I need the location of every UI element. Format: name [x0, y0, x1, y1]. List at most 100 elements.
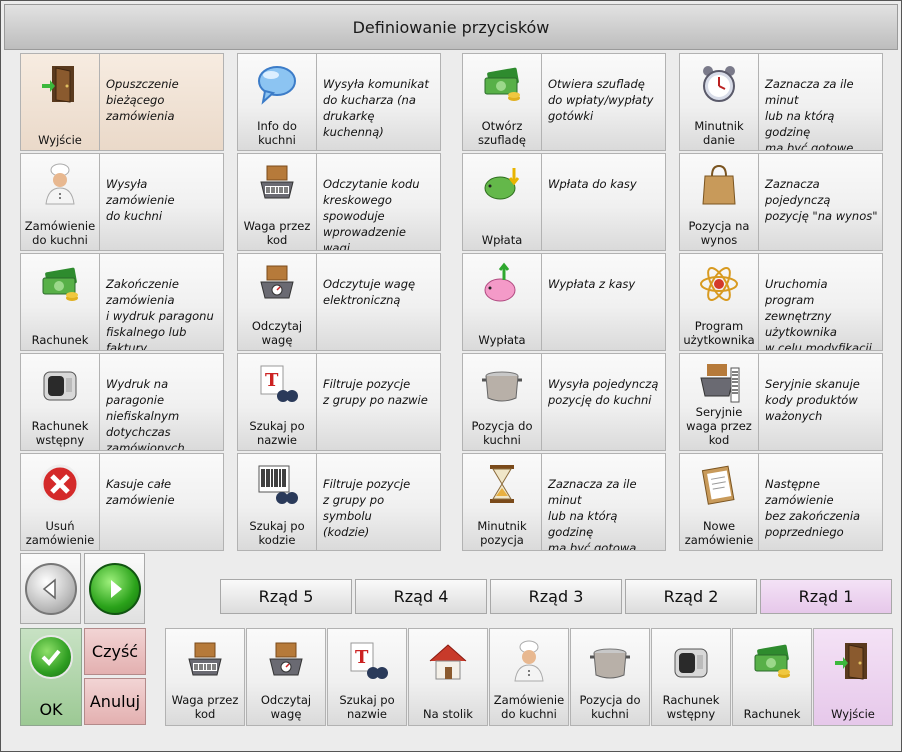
action-description: Filtruje pozycje z grupy po nazwie — [317, 353, 441, 451]
quick-bar-button-zamówienie-do-kuchni[interactable]: Zamówienie do kuchni — [489, 628, 569, 726]
action-description: Filtruje pozycje z grupy po symbolu (kod… — [317, 453, 441, 551]
action-description: Zaznacza pojedynczą pozycję "na wynos" — [759, 153, 883, 251]
action-button-wpłata[interactable]: Wpłata — [462, 153, 542, 251]
action-button-rachunek[interactable]: Rachunek — [20, 253, 100, 351]
button-definition: Minutnik danie Zaznacza za ile minut lub … — [679, 53, 883, 151]
action-description: Następne zamówienie bez zakończenia popr… — [759, 453, 883, 551]
action-button-label: Szukaj po nazwie — [249, 419, 305, 447]
action-button-label: Rachunek — [31, 333, 89, 347]
quick-bar-button-rachunek[interactable]: Rachunek — [732, 628, 812, 726]
button-definition: Pozycja na wynos Zaznacza pojedynczą pozy… — [679, 153, 883, 251]
tab-row-2[interactable]: Rząd 2 — [625, 579, 757, 614]
quick-bar-button-pozycja-do-kuchni[interactable]: Pozycja do kuchni — [570, 628, 650, 726]
hourglass-icon — [480, 462, 524, 506]
action-button-label: Minutnik pozycja — [477, 519, 527, 547]
button-definition: Wpłata Wpłata do kasy — [462, 153, 666, 251]
ok-button[interactable]: OK — [20, 628, 82, 726]
cancel-button[interactable]: Anuluj — [84, 678, 146, 725]
quick-bar-button-odczytaj-wagę[interactable]: Odczytaj wagę — [246, 628, 326, 726]
money-icon — [750, 639, 794, 683]
scale-icon — [255, 262, 299, 306]
action-description: Seryjnie skanuje kody produktów ważonych — [759, 353, 883, 451]
quick-bar-button-szukaj-po-nazwie[interactable]: T Szukaj po nazwie — [327, 628, 407, 726]
svg-text:T: T — [355, 647, 369, 668]
window: Definiowanie przycisków Wyjście Opuszczen… — [0, 0, 902, 752]
action-button-label: Pozycja na wynos — [688, 219, 750, 247]
quick-bar-button-wyjście[interactable]: Wyjście — [813, 628, 893, 726]
action-button-szukaj-po-nazwie[interactable]: T Szukaj po nazwie — [237, 353, 317, 451]
button-definition: Rachunek wstępny Wydruk na paragonie nief… — [20, 353, 224, 451]
tab-row-1[interactable]: Rząd 1 — [760, 579, 892, 614]
action-button-label: Nowe zamówienie — [684, 519, 754, 547]
action-button-rachunek-wstępny[interactable]: Rachunek wstępny — [20, 353, 100, 451]
action-description: Zaznacza za ile minut lub na którą godzi… — [542, 453, 666, 551]
button-definition: T Szukaj po nazwie Filtruje pozycje z grup… — [237, 353, 441, 451]
action-description: Odczytuje wagę elektroniczną — [317, 253, 441, 351]
quick-bar-label: Szukaj po nazwie — [339, 693, 395, 721]
button-definition: Szukaj po kodzie Filtruje pozycje z grupy… — [237, 453, 441, 551]
action-button-label: Usuń zamówienie — [25, 519, 95, 547]
action-button-usuń-zamówienie[interactable]: Usuń zamówienie — [20, 453, 100, 551]
action-button-label: Szukaj po kodzie — [249, 519, 305, 547]
action-button-seryjnie-waga-przez-kod[interactable]: Seryjnie waga przez kod — [679, 353, 759, 451]
action-button-wypłata[interactable]: Wypłata — [462, 253, 542, 351]
alarm-clock-icon — [697, 62, 741, 106]
prev-page-button[interactable] — [20, 553, 81, 624]
button-definition: Odczytaj wagę Odczytuje wagę elektroniczn… — [237, 253, 441, 351]
action-button-zamówienie-do-kuchni[interactable]: Zamówienie do kuchni — [20, 153, 100, 251]
tab-row-5[interactable]: Rząd 5 — [220, 579, 352, 614]
quick-bar-label: Wyjście — [831, 707, 875, 721]
arrow-right-icon — [88, 562, 141, 615]
clear-button[interactable]: Czyść — [84, 628, 146, 675]
speech-bubble-icon — [255, 62, 299, 106]
svg-text:T: T — [265, 370, 279, 391]
paper-bag-icon — [697, 162, 741, 206]
button-definition: Seryjnie waga przez kod Seryjnie skanuje … — [679, 353, 883, 451]
clipboard-icon — [697, 462, 741, 506]
action-button-minutnik-pozycja[interactable]: Minutnik pozycja — [462, 453, 542, 551]
action-button-odczytaj-wagę[interactable]: Odczytaj wagę — [237, 253, 317, 351]
action-button-label: Pozycja do kuchni — [471, 419, 533, 447]
button-definition: Otwórz szufladę Otwiera szufladę do wpłat… — [462, 53, 666, 151]
action-button-label: Zamówienie do kuchni — [24, 219, 96, 247]
button-definition: Rachunek Zakończenie zamówienia i wydruk … — [20, 253, 224, 351]
next-page-button[interactable] — [84, 553, 145, 624]
quick-bar-button-rachunek-wstępny[interactable]: Rachunek wstępny — [651, 628, 731, 726]
action-description: Wpłata do kasy — [542, 153, 666, 251]
action-button-pozycja-do-kuchni[interactable]: Pozycja do kuchni — [462, 353, 542, 451]
quick-bar-label: Rachunek wstępny — [662, 693, 720, 721]
action-description: Wypłata z kasy — [542, 253, 666, 351]
action-description: Wysyła komunikat do kucharza (na drukark… — [317, 53, 441, 151]
action-button-wyjście[interactable]: Wyjście — [20, 53, 100, 151]
action-description: Otwiera szufladę do wpłaty/wypłaty gotów… — [542, 53, 666, 151]
receipt-printer-icon — [669, 639, 713, 683]
action-description: Odczytanie kodu kreskowego spowoduje wpr… — [317, 153, 441, 251]
tab-row-3[interactable]: Rząd 3 — [490, 579, 622, 614]
action-button-szukaj-po-kodzie[interactable]: Szukaj po kodzie — [237, 453, 317, 551]
quick-bar-button-na-stolik[interactable]: Na stolik — [408, 628, 488, 726]
quick-bar-label: Zamówienie do kuchni — [493, 693, 565, 721]
receipt-printer-icon — [38, 362, 82, 406]
button-definition: Wyjście Opuszczenie bieżącego zamówienia — [20, 53, 224, 151]
quick-bar-button-waga-przez-kod[interactable]: Waga przez kod — [165, 628, 245, 726]
door-exit-icon — [38, 62, 82, 106]
action-description: Wysyła zamówienie do kuchni — [100, 153, 224, 251]
quick-bar-label: Na stolik — [423, 707, 473, 721]
action-button-label: Waga przez kod — [243, 219, 311, 247]
window-title: Definiowanie przycisków — [4, 4, 898, 50]
action-button-waga-przez-kod[interactable]: Waga przez kod — [237, 153, 317, 251]
arrow-left-icon — [24, 562, 77, 615]
action-button-label: Odczytaj wagę — [251, 319, 303, 347]
action-button-minutnik-danie[interactable]: Minutnik danie — [679, 53, 759, 151]
tab-row-4[interactable]: Rząd 4 — [355, 579, 487, 614]
action-button-info-do-kuchni[interactable]: Info do kuchni — [237, 53, 317, 151]
action-button-program-użytkownika[interactable]: Program użytkownika — [679, 253, 759, 351]
action-button-pozycja-na-wynos[interactable]: Pozycja na wynos — [679, 153, 759, 251]
scale-barcode-icon — [255, 162, 299, 206]
quick-bar-label: Pozycja do kuchni — [579, 693, 641, 721]
action-button-otwórz-szufladę[interactable]: Otwórz szufladę — [462, 53, 542, 151]
button-definition: Minutnik pozycja Zaznacza za ile minut lu… — [462, 453, 666, 551]
button-definition: Usuń zamówienie Kasuje całe zamówienie — [20, 453, 224, 551]
atom-icon — [697, 262, 741, 306]
action-button-nowe-zamówienie[interactable]: Nowe zamówienie — [679, 453, 759, 551]
